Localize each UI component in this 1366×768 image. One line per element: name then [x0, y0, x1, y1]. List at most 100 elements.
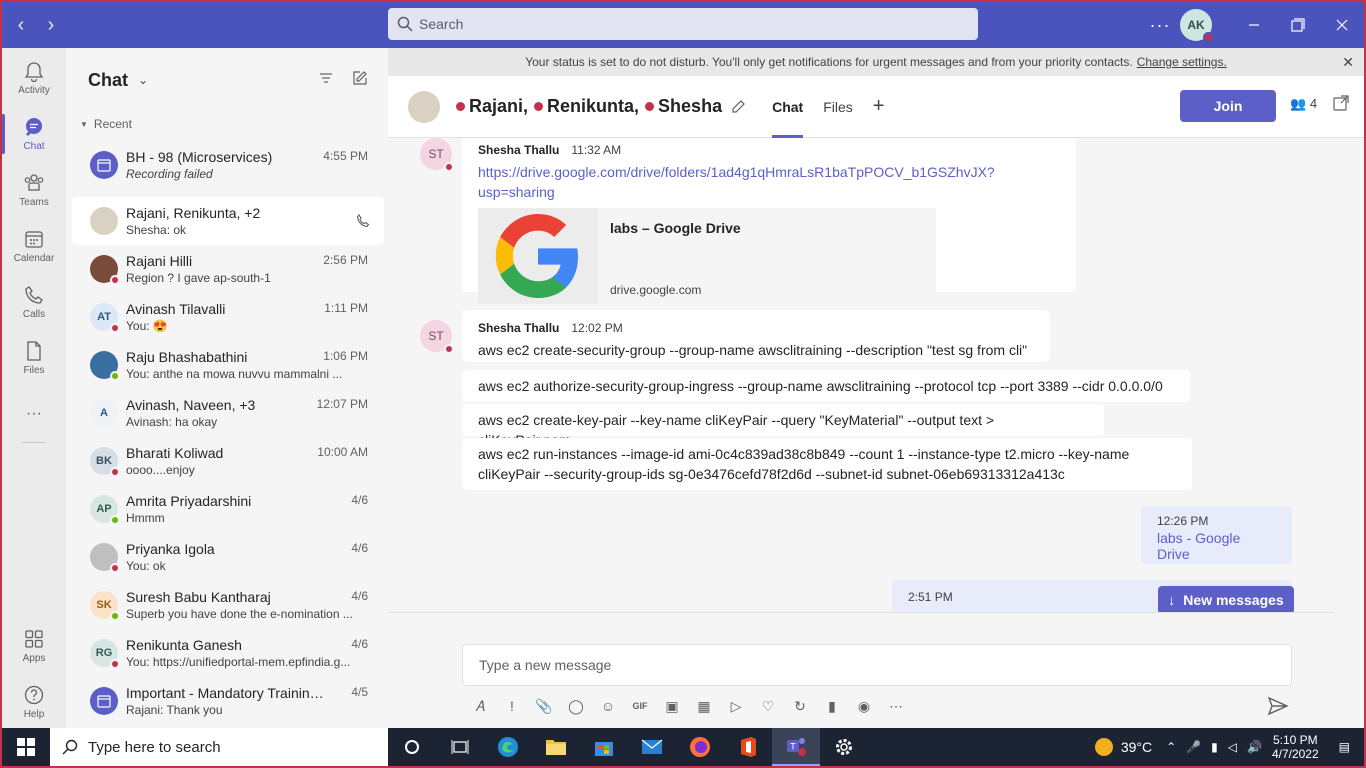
- chevron-up-icon[interactable]: ⌃: [1166, 740, 1176, 754]
- message-text: aws ec2 run-instances --image-id ami-0c4…: [478, 446, 1130, 482]
- chat-time: 12:07 PM: [316, 397, 368, 411]
- rail-more[interactable]: ···: [2, 386, 66, 442]
- back-arrow-icon[interactable]: ‹: [8, 12, 34, 38]
- windows-taskbar: Type here to search T 39°C ⌃ 🎤 ▮ ◁ 🔊 5:1…: [2, 728, 1364, 766]
- chat-list-item[interactable]: AP Amrita Priyadarshini Hmmm 4/6: [72, 485, 384, 533]
- chat-list-item[interactable]: Important - Mandatory Training o... Rajan…: [72, 677, 384, 725]
- file-explorer-icon[interactable]: [532, 728, 580, 766]
- drive-link[interactable]: labs - Google Drive: [1157, 530, 1276, 562]
- dnd-status-icon: [110, 323, 120, 333]
- chat-list-item[interactable]: Rajani Hilli Region ? I gave ap-south-1 2…: [72, 245, 384, 293]
- wifi-icon[interactable]: ◁: [1228, 740, 1237, 754]
- chat-time: 4/6: [351, 589, 368, 603]
- office-icon[interactable]: [724, 728, 772, 766]
- chat-list-item-selected[interactable]: Rajani, Renikunta, +2 Shesha: ok: [72, 197, 384, 245]
- chat-time: 4:55 PM: [323, 149, 368, 163]
- schedule-meeting-icon[interactable]: ▦: [692, 694, 716, 718]
- taskbar-search-input[interactable]: Type here to search: [50, 728, 388, 766]
- chat-name: Suresh Babu Kantharaj: [126, 589, 271, 605]
- people-button[interactable]: 👥 4: [1290, 96, 1317, 112]
- new-messages-button[interactable]: ↓ New messages: [1158, 586, 1294, 613]
- filter-icon[interactable]: [318, 70, 334, 86]
- rail-apps[interactable]: Apps: [2, 618, 66, 674]
- emoji-icon[interactable]: ☺: [596, 694, 620, 718]
- close-icon[interactable]: [1320, 2, 1364, 48]
- chat-list-item[interactable]: Raju Bhashabathini You: anthe na mowa nuv…: [72, 341, 384, 389]
- minimize-icon[interactable]: [1232, 2, 1276, 48]
- chat-preview: You: anthe na mowa nuvvu mammalni ...: [126, 367, 343, 381]
- close-icon[interactable]: ✕: [1342, 54, 1354, 71]
- chat-list-item[interactable]: BK Bharati Koliwad oooo....enjoy 10:00 AM: [72, 437, 384, 485]
- chat-list-item[interactable]: SK Suresh Babu Kantharaj Superb you have …: [72, 581, 384, 629]
- volume-icon[interactable]: 🔊: [1247, 740, 1262, 754]
- temperature[interactable]: 39°C: [1121, 739, 1152, 755]
- chat-list-item[interactable]: BH - 98 (Microservices) Recording failed …: [72, 141, 384, 189]
- more-icon[interactable]: ⋯: [884, 694, 908, 718]
- profile-avatar[interactable]: AK: [1180, 9, 1214, 43]
- teams-taskbar-icon[interactable]: T: [772, 728, 820, 766]
- new-chat-icon[interactable]: [352, 70, 368, 86]
- microphone-icon[interactable]: 🎤: [1186, 740, 1201, 754]
- format-icon[interactable]: 𝐴: [468, 694, 492, 718]
- rail-calendar[interactable]: Calendar: [2, 218, 66, 274]
- pencil-icon[interactable]: [730, 99, 746, 115]
- search-input[interactable]: Search: [388, 8, 978, 40]
- chat-list-item[interactable]: A Avinash, Naveen, +3 Avinash: ha okay 12…: [72, 389, 384, 437]
- link-preview-card[interactable]: labs – Google Drive drive.google.com: [478, 208, 936, 304]
- app-icon[interactable]: ▮: [820, 694, 844, 718]
- rail-files[interactable]: Files: [2, 330, 66, 386]
- divider: [388, 612, 1334, 613]
- drive-link[interactable]: https://drive.google.com/drive/folders/1…: [478, 162, 1060, 202]
- participants-title[interactable]: Rajani, Renikunta, Shesha: [450, 96, 746, 117]
- rail-chat[interactable]: Chat: [2, 106, 66, 162]
- avatar-initials: RG: [95, 647, 113, 659]
- more-options-button[interactable]: ···: [1140, 15, 1180, 36]
- sticker-icon[interactable]: ▣: [660, 694, 684, 718]
- mail-icon[interactable]: [628, 728, 676, 766]
- chat-list-item[interactable]: RG Renikunta Ganesh You: https://unifiedp…: [72, 629, 384, 677]
- send-icon[interactable]: [1266, 694, 1290, 718]
- forward-arrow-icon[interactable]: ›: [38, 12, 64, 38]
- notification-icon[interactable]: ▤: [1339, 740, 1350, 754]
- settings-gear-icon[interactable]: [820, 728, 868, 766]
- edge-icon[interactable]: [484, 728, 532, 766]
- change-settings-link[interactable]: Change settings.: [1137, 55, 1227, 69]
- loop-icon[interactable]: ◯: [564, 694, 588, 718]
- join-button[interactable]: Join: [1180, 90, 1276, 122]
- chat-list-item[interactable]: AT Avinash Tilavalli You: 😍 1:11 PM: [72, 293, 384, 341]
- chat-preview: You: https://unifiedportal-mem.epfindia.…: [126, 655, 351, 669]
- attach-icon[interactable]: 📎: [532, 694, 556, 718]
- battery-icon[interactable]: ▮: [1211, 740, 1218, 754]
- rail-calls[interactable]: Calls: [2, 274, 66, 330]
- windows-start-icon[interactable]: [2, 728, 50, 766]
- message-compose-box[interactable]: Type a new message: [462, 644, 1292, 686]
- stream-icon[interactable]: ▷: [724, 694, 748, 718]
- sender-avatar: ST: [420, 138, 454, 172]
- refresh-icon[interactable]: ↻: [788, 694, 812, 718]
- add-tab-icon[interactable]: +: [873, 76, 885, 138]
- maximize-icon[interactable]: [1276, 2, 1320, 48]
- tab-files[interactable]: Files: [823, 76, 853, 138]
- chevron-down-icon[interactable]: ⌄: [138, 73, 148, 87]
- praise-icon[interactable]: ♡: [756, 694, 780, 718]
- github-icon[interactable]: ◉: [852, 694, 876, 718]
- recent-section-header[interactable]: ▼ Recent: [68, 112, 388, 136]
- rail-activity[interactable]: Activity: [2, 50, 66, 106]
- rail-teams[interactable]: Teams: [2, 162, 66, 218]
- rail-help[interactable]: Help: [2, 674, 66, 730]
- cortana-icon[interactable]: [388, 728, 436, 766]
- message-bubble: Shesha Thallu 11:32 AM https://drive.goog…: [462, 138, 1076, 304]
- group-avatar: [408, 90, 440, 123]
- taskbar-search-placeholder: Type here to search: [88, 738, 221, 756]
- clock[interactable]: 5:10 PM 4/7/2022: [1272, 733, 1319, 761]
- avatar: RG: [90, 639, 120, 669]
- firefox-icon[interactable]: [676, 728, 724, 766]
- popout-icon[interactable]: [1332, 94, 1350, 112]
- priority-icon[interactable]: !: [500, 694, 524, 718]
- microsoft-store-icon[interactable]: [580, 728, 628, 766]
- gif-icon[interactable]: GIF: [628, 694, 652, 718]
- chat-list-item[interactable]: Priyanka Igola You: ok 4/6: [72, 533, 384, 581]
- dnd-status-icon: [110, 563, 120, 573]
- task-view-icon[interactable]: [436, 728, 484, 766]
- tab-chat[interactable]: Chat: [772, 76, 804, 138]
